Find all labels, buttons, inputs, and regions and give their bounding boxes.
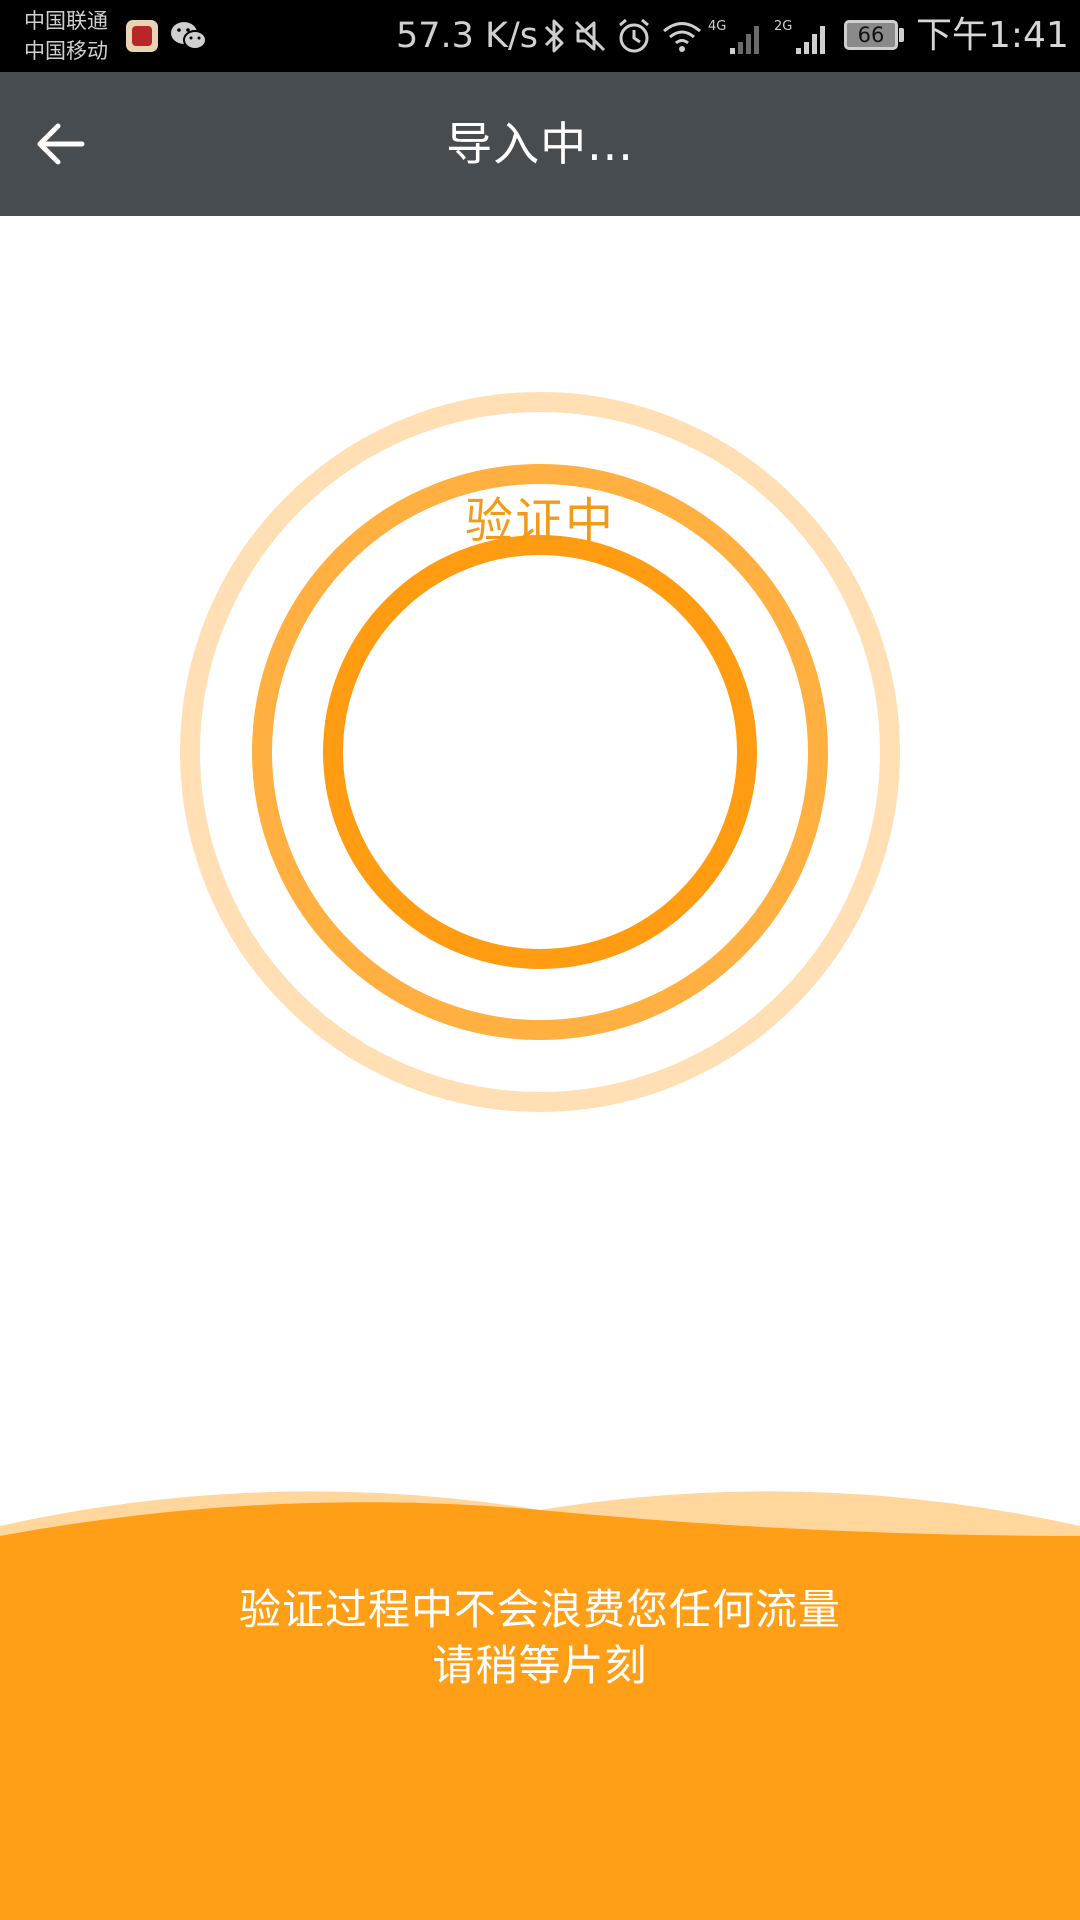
network-type-1: 4G bbox=[708, 19, 726, 34]
network-type-2: 2G bbox=[774, 19, 792, 34]
battery-tip bbox=[899, 28, 904, 42]
footer-wave bbox=[0, 1491, 1080, 1920]
carrier-2: 中国移动 bbox=[24, 39, 108, 63]
clock: 下午1:41 bbox=[916, 15, 1069, 56]
info-text-line-2: 请稍等片刻 bbox=[432, 1641, 648, 1690]
ring-inner bbox=[323, 535, 757, 969]
ring-middle bbox=[252, 464, 828, 1040]
info-text-line-1: 验证过程中不会浪费您任何流量 bbox=[238, 1585, 841, 1634]
bluetooth-icon bbox=[544, 19, 564, 53]
arrow-left-icon bbox=[37, 123, 85, 165]
signal-icon-2: 2G bbox=[774, 19, 825, 54]
network-speed: 57.3 K/s bbox=[396, 16, 539, 56]
signal-icon: 4G bbox=[708, 19, 759, 54]
app-bar: 导入中... bbox=[0, 72, 1080, 216]
battery-icon: 66 bbox=[844, 20, 898, 50]
progress-rings bbox=[180, 392, 900, 1112]
mute-icon bbox=[574, 20, 606, 52]
page-title: 导入中... bbox=[446, 117, 634, 171]
battery-level: 66 bbox=[857, 23, 885, 47]
carrier-names: 中国联通 中国移动 bbox=[24, 6, 108, 66]
wifi-icon bbox=[663, 22, 701, 52]
wechat-icon bbox=[171, 22, 207, 50]
app-notification-icon bbox=[126, 20, 158, 52]
screen: 中国联通 中国移动 57.3 K/s 4G 2G 66 下午1:41 导入中..… bbox=[0, 0, 1080, 1920]
carrier-1: 中国联通 bbox=[24, 9, 108, 33]
alarm-icon bbox=[619, 18, 649, 53]
back-button[interactable] bbox=[24, 108, 96, 180]
progress-label: 验证中 bbox=[464, 493, 615, 549]
status-bar: 中国联通 中国移动 57.3 K/s 4G 2G 66 下午1:41 bbox=[0, 0, 1080, 72]
